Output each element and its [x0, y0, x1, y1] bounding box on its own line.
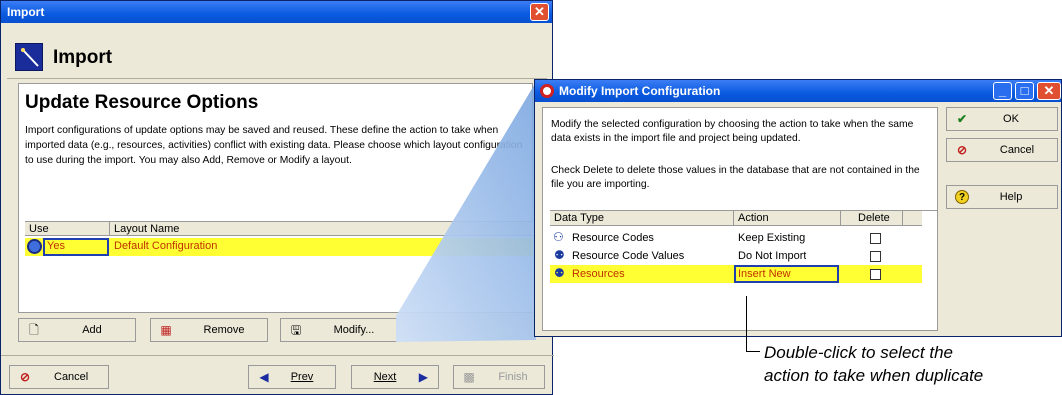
cancel-button[interactable]: ⊘ Cancel [946, 138, 1058, 162]
ok-label: OK [1003, 113, 1019, 125]
col-action-header[interactable]: Action [738, 212, 769, 224]
help-button[interactable]: ? Help [946, 185, 1058, 209]
action-cell[interactable]: Insert New [734, 265, 839, 283]
help-label: Help [999, 191, 1023, 203]
close-icon[interactable]: ✕ [1037, 82, 1061, 100]
minimize-icon[interactable]: _ [993, 82, 1012, 100]
config-panel: Modify the selected configuration by cho… [542, 107, 938, 331]
table-row[interactable]: ⚇ Resource Codes Keep Existing [550, 229, 922, 247]
delete-checkbox[interactable] [870, 269, 881, 280]
modify-title-bar: Modify Import Configuration [535, 80, 1061, 102]
action-cell[interactable]: Do Not Import [738, 250, 806, 262]
delete-checkbox[interactable] [870, 251, 881, 262]
modify-instructions: Modify the selected configuration by cho… [551, 119, 914, 144]
action-cell[interactable]: Keep Existing [738, 232, 805, 244]
resource-codes-icon: ⚇ [553, 230, 564, 244]
app-icon [540, 84, 554, 98]
col-divider [840, 211, 841, 226]
ok-button[interactable]: ✔ OK [946, 107, 1058, 131]
callout-tick [746, 351, 760, 352]
data-type-table: Data Type Action Delete ⚇ Resource Codes… [550, 210, 938, 330]
delete-checkbox[interactable] [870, 233, 881, 244]
col-divider [902, 211, 903, 226]
col-delete-header[interactable]: Delete [858, 212, 890, 224]
callout-line [746, 296, 747, 352]
table-header: Data Type Action Delete [550, 211, 922, 226]
person-icon: ⚉ [554, 248, 565, 262]
checkmark-icon: ✔ [956, 112, 968, 126]
callout-text-2: action to take when duplicate [764, 366, 984, 385]
maximize-icon[interactable]: □ [1015, 82, 1034, 100]
callout-text-1: Double-click to select the [764, 343, 953, 362]
col-divider [733, 211, 734, 226]
cancel-label: Cancel [999, 144, 1035, 156]
modify-dialog: Modify Import Configuration _ □ ✕ Modify… [534, 79, 1062, 337]
help-icon: ? [955, 190, 969, 204]
type-cell: Resource Code Values [572, 250, 685, 262]
table-row[interactable]: ⚉ Resource Code Values Do Not Import [550, 247, 922, 265]
cancel-icon: ⊘ [956, 143, 968, 157]
type-cell: Resources [572, 268, 625, 280]
person-icon: ⚉ [554, 266, 565, 280]
delete-instructions: Check Delete to delete those values in t… [551, 165, 920, 190]
table-row[interactable]: ⚉ Resources Insert New [550, 265, 922, 283]
modify-window-title: Modify Import Configuration [559, 84, 721, 98]
col-type-header[interactable]: Data Type [554, 212, 604, 224]
type-cell: Resource Codes [572, 232, 654, 244]
